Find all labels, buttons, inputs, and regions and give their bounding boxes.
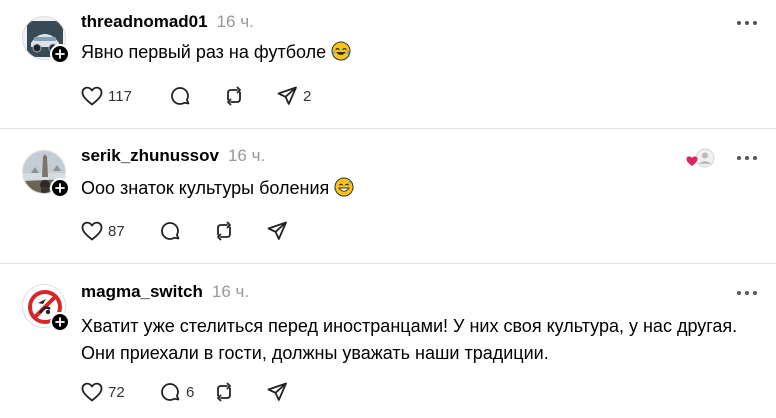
- username[interactable]: threadnomad01: [81, 12, 208, 32]
- repost-icon: [217, 221, 231, 241]
- post-3: magma_switch 16 ч. Хватит уже стелиться …: [0, 264, 776, 418]
- post-text: Хватит уже стелиться перед иностранцами!…: [81, 313, 761, 367]
- post-text-content: Ооо знаток культуры боления: [81, 178, 330, 198]
- post-text: Явно первый раз на футболе: [81, 39, 761, 65]
- follow-button[interactable]: [50, 178, 70, 198]
- heart-icon: [81, 86, 103, 106]
- like-count: 87: [108, 222, 125, 240]
- reply-button[interactable]: [158, 219, 212, 243]
- post-2: serik_zhunussov 16 ч. Ооо знаток культур…: [0, 129, 776, 263]
- like-button[interactable]: 87: [80, 219, 136, 243]
- send-icon: [267, 382, 287, 401]
- more-icon: [737, 291, 741, 295]
- post-text-line-2: Они приехали в гости, должны уважать наш…: [81, 343, 549, 363]
- comment-icon: [161, 222, 180, 240]
- comment-icon: [161, 383, 180, 401]
- avatar[interactable]: [22, 284, 70, 332]
- liked-by-author-indicator: [686, 147, 716, 171]
- like-button[interactable]: 72: [80, 380, 136, 404]
- share-button[interactable]: [265, 380, 289, 404]
- repost-button[interactable]: [212, 380, 252, 404]
- repost-button[interactable]: [212, 219, 252, 243]
- post-header: magma_switch 16 ч.: [81, 282, 249, 302]
- reply-count: 6: [186, 383, 195, 401]
- plus-icon: [55, 49, 65, 59]
- heart-icon: [81, 221, 103, 241]
- like-button[interactable]: 117: [80, 84, 136, 108]
- repost-icon: [227, 86, 241, 106]
- post-header: serik_zhunussov 16 ч.: [81, 146, 265, 166]
- follow-button[interactable]: [50, 44, 70, 64]
- heart-icon: [81, 382, 103, 402]
- send-icon: [267, 221, 287, 240]
- post-1: threadnomad01 16 ч. Явно первый раз на ф…: [0, 0, 776, 128]
- follow-button[interactable]: [50, 312, 70, 332]
- post-header: threadnomad01 16 ч.: [81, 12, 254, 32]
- timestamp[interactable]: 16 ч.: [217, 12, 254, 32]
- post-actions: 87: [80, 219, 289, 243]
- avatar[interactable]: [22, 16, 70, 64]
- more-icon: [737, 156, 741, 160]
- send-icon: [277, 86, 297, 105]
- reply-button[interactable]: [168, 84, 222, 108]
- post-text: Ооо знаток культуры боления: [81, 175, 761, 201]
- repost-icon: [217, 382, 231, 402]
- post-text-content: Явно первый раз на футболе: [81, 42, 327, 62]
- post-actions: 117 2: [80, 84, 311, 108]
- timestamp[interactable]: 16 ч.: [228, 146, 265, 166]
- author-liked-heart-icon: [686, 148, 715, 168]
- share-button[interactable]: 2: [275, 84, 311, 108]
- share-count: 2: [303, 87, 312, 105]
- more-icon: [737, 21, 741, 25]
- reply-button[interactable]: 6: [158, 380, 212, 404]
- plus-icon: [55, 183, 65, 193]
- more-options-button[interactable]: [737, 153, 757, 163]
- more-options-button[interactable]: [737, 18, 757, 28]
- timestamp[interactable]: 16 ч.: [212, 282, 249, 302]
- share-button[interactable]: [265, 219, 289, 243]
- username[interactable]: magma_switch: [81, 282, 203, 302]
- plus-icon: [55, 317, 65, 327]
- more-options-button[interactable]: [737, 288, 757, 298]
- post-actions: 72 6: [80, 380, 289, 404]
- repost-button[interactable]: [222, 84, 262, 108]
- username[interactable]: serik_zhunussov: [81, 146, 219, 166]
- comment-icon: [171, 87, 190, 105]
- post-text-line-1: Хватит уже стелиться перед иностранцами!…: [81, 316, 738, 336]
- avatar[interactable]: [22, 150, 70, 198]
- like-count: 72: [108, 383, 125, 401]
- tears-of-joy-emoji: [331, 41, 351, 61]
- grinning-sweat-emoji: [334, 177, 354, 197]
- like-count: 117: [108, 87, 132, 105]
